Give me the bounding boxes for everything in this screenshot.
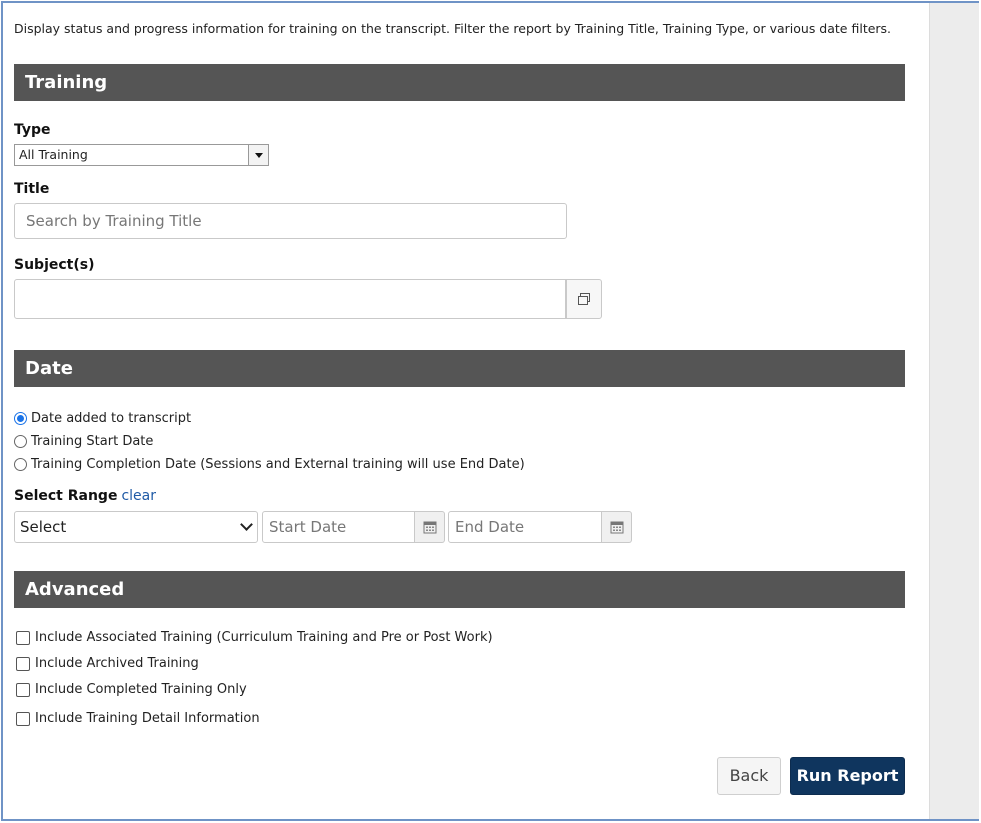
date-option-start[interactable]: Training Start Date — [14, 434, 153, 449]
report-description: Display status and progress information … — [14, 21, 892, 36]
date-section-header: Date — [14, 350, 905, 387]
end-date-calendar-button[interactable] — [602, 511, 632, 543]
calendar-icon — [423, 521, 436, 534]
type-label: Type — [14, 122, 51, 138]
radio-button[interactable] — [14, 435, 27, 448]
advanced-option-completed[interactable]: Include Completed Training Only — [14, 682, 247, 697]
checkbox[interactable] — [16, 656, 30, 671]
date-range-value: Select — [20, 518, 67, 536]
radio-button[interactable] — [14, 458, 27, 471]
date-option-label: Date added to transcript — [31, 411, 192, 426]
advanced-option-label: Include Completed Training Only — [35, 682, 247, 697]
subjects-input[interactable] — [14, 279, 566, 319]
checkbox[interactable] — [16, 630, 30, 645]
date-option-label: Training Start Date — [31, 434, 154, 449]
advanced-option-archived[interactable]: Include Archived Training — [14, 656, 199, 671]
checkbox[interactable] — [16, 711, 30, 726]
end-date-input[interactable]: End Date — [448, 511, 602, 543]
back-button[interactable]: Back — [717, 757, 781, 795]
type-select-value: All Training — [19, 147, 88, 162]
select-range-label: Select Range clear — [14, 488, 156, 504]
dropdown-arrow-icon[interactable] — [248, 145, 268, 165]
radio-button[interactable] — [14, 412, 27, 425]
subject-picker-button[interactable] — [566, 279, 602, 319]
subjects-label: Subject(s) — [14, 257, 95, 273]
type-select[interactable]: All Training — [14, 144, 269, 166]
title-search-input[interactable]: Search by Training Title — [14, 203, 567, 239]
advanced-option-label: Include Associated Training (Curriculum … — [35, 630, 493, 645]
advanced-option-label: Include Archived Training — [35, 656, 199, 671]
calendar-icon — [610, 521, 623, 534]
copy-window-icon — [578, 293, 590, 305]
advanced-option-associated[interactable]: Include Associated Training (Curriculum … — [14, 630, 493, 645]
date-option-added[interactable]: Date added to transcript — [14, 411, 191, 426]
advanced-option-label: Include Training Detail Information — [35, 711, 260, 726]
date-range-select[interactable]: Select — [14, 511, 258, 543]
checkbox[interactable] — [16, 682, 30, 697]
start-date-calendar-button[interactable] — [415, 511, 445, 543]
training-section-header: Training — [14, 64, 905, 101]
chevron-down-icon — [240, 518, 253, 531]
select-range-text: Select Range — [14, 488, 118, 504]
right-gutter — [929, 3, 979, 819]
run-report-button[interactable]: Run Report — [790, 757, 905, 795]
start-date-input[interactable]: Start Date — [262, 511, 415, 543]
clear-range-link[interactable]: clear — [121, 488, 156, 504]
title-label: Title — [14, 181, 50, 197]
advanced-option-detail[interactable]: Include Training Detail Information — [14, 711, 260, 726]
date-option-completion[interactable]: Training Completion Date (Sessions and E… — [14, 457, 525, 472]
date-option-label: Training Completion Date (Sessions and E… — [31, 457, 525, 472]
advanced-section-header: Advanced — [14, 571, 905, 608]
report-window: Display status and progress information … — [1, 1, 979, 821]
